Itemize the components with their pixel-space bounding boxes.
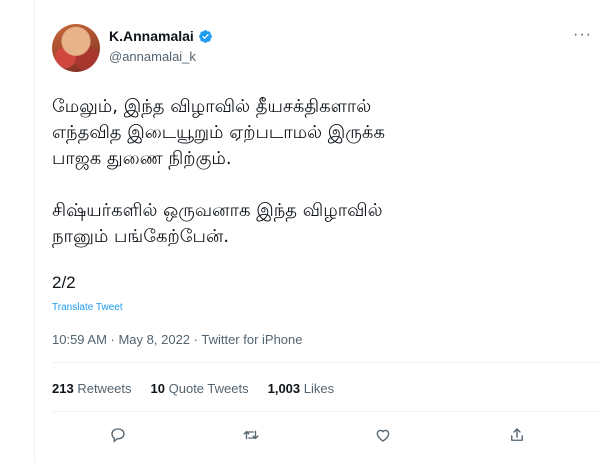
- reply-icon[interactable]: [107, 424, 129, 446]
- more-options-icon[interactable]: ···: [573, 26, 592, 44]
- tweet-header: K.Annamalai @annamalai_k ···: [52, 20, 592, 72]
- retweets-label: Retweets: [77, 381, 132, 396]
- thread-counter: 2/2: [52, 273, 76, 292]
- tweet-timestamp[interactable]: 10:59 AM · May 8, 2022 · Twitter for iPh…: [52, 332, 303, 347]
- timeline-border: [34, 0, 35, 463]
- divider-bottom: [52, 411, 600, 412]
- retweet-icon[interactable]: [240, 424, 262, 446]
- likes-stat[interactable]: 1,003 Likes: [268, 381, 335, 396]
- quote-tweets-stat[interactable]: 10 Quote Tweets: [151, 381, 249, 396]
- translate-tweet-link[interactable]: Translate Tweet: [52, 302, 123, 313]
- avatar[interactable]: [52, 24, 100, 72]
- quotes-count: 10: [150, 381, 165, 396]
- author-handle[interactable]: @annamalai_k: [109, 49, 196, 64]
- like-icon[interactable]: [372, 424, 394, 446]
- author-display-name[interactable]: K.Annamalai: [109, 28, 194, 44]
- retweets-count: 213: [52, 381, 74, 396]
- likes-count: 1,003: [267, 381, 301, 396]
- tweet-actions: [52, 418, 600, 452]
- retweets-stat[interactable]: 213 Retweets: [52, 381, 132, 396]
- likes-label: Likes: [303, 381, 335, 396]
- engagement-stats: 213 Retweets 10 Quote Tweets 1,003 Likes: [52, 381, 334, 396]
- quotes-label: Quote Tweets: [168, 381, 249, 396]
- verified-badge-icon: [198, 29, 212, 43]
- tweet-text: மேலும், இந்த விழாவில் தீயசக்திகளால் எந்த…: [52, 96, 385, 247]
- author-name-row[interactable]: K.Annamalai: [109, 28, 213, 44]
- divider-top: [52, 362, 600, 363]
- share-icon[interactable]: [506, 424, 528, 446]
